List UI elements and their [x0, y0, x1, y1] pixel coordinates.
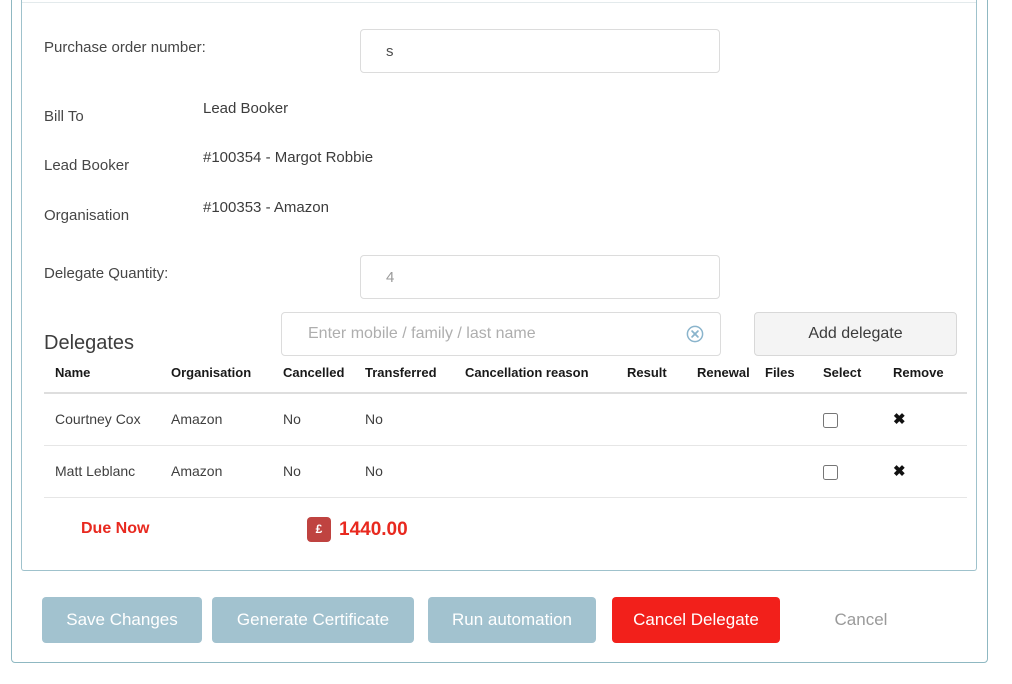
lead-booker-value: #100354 - Margot Robbie — [203, 148, 373, 168]
table-row: Matt Leblanc Amazon No No ✖ — [44, 445, 967, 497]
row-purchase-order: Purchase order number: — [22, 29, 976, 89]
cell-cancelled: No — [283, 445, 365, 497]
card-body: Purchase order number: Bill To Lead Book… — [22, 3, 976, 569]
delegate-quantity-input[interactable] — [360, 255, 720, 299]
generate-certificate-button[interactable]: Generate Certificate — [212, 597, 414, 643]
row-lead-booker: Lead Booker #100354 - Margot Robbie — [22, 156, 976, 192]
column-header-select: Select — [823, 365, 893, 393]
purchase-order-input[interactable] — [360, 29, 720, 73]
column-header-files: Files — [765, 365, 823, 393]
organisation-label: Organisation — [44, 206, 129, 226]
footer-action-bar: Save Changes Generate Certificate Run au… — [11, 585, 988, 660]
column-header-cancellation-reason: Cancellation reason — [465, 365, 627, 393]
cell-organisation: Amazon — [171, 393, 283, 445]
cell-select — [823, 445, 893, 497]
column-header-organisation: Organisation — [171, 365, 283, 393]
cell-files — [765, 445, 823, 497]
cell-transferred: No — [365, 445, 465, 497]
cell-cancelled: No — [283, 393, 365, 445]
circle-x-icon[interactable] — [686, 325, 704, 343]
cell-result — [627, 445, 697, 497]
column-header-cancelled: Cancelled — [283, 365, 365, 393]
lead-booker-label: Lead Booker — [44, 156, 129, 176]
cell-name: Matt Leblanc — [44, 445, 171, 497]
row-select-checkbox[interactable] — [823, 413, 838, 428]
cell-transferred: No — [365, 393, 465, 445]
run-automation-button[interactable]: Run automation — [428, 597, 596, 643]
cell-cancellation-reason — [465, 393, 627, 445]
purchase-order-label: Purchase order number: — [44, 38, 206, 58]
column-header-renewal: Renewal — [697, 365, 765, 393]
table-header-row: Name Organisation Cancelled Transferred … — [44, 365, 967, 393]
delegate-search-wrapper — [281, 312, 721, 356]
bill-to-value: Lead Booker — [203, 99, 288, 119]
cell-select — [823, 393, 893, 445]
cell-name: Courtney Cox — [44, 393, 171, 445]
column-header-transferred: Transferred — [365, 365, 465, 393]
cell-result — [627, 393, 697, 445]
due-now-row: Due Now £ 1440.00 — [44, 514, 956, 546]
row-organisation: Organisation #100353 - Amazon — [22, 206, 976, 242]
row-bill-to: Bill To Lead Booker — [22, 107, 976, 143]
delegates-section-title: Delegates — [44, 330, 134, 356]
cell-cancellation-reason — [465, 445, 627, 497]
cell-renewal — [697, 445, 765, 497]
cell-remove: ✖ — [893, 393, 967, 445]
organisation-value: #100353 - Amazon — [203, 198, 329, 218]
remove-row-icon[interactable]: ✖ — [893, 412, 906, 427]
currency-badge: £ — [307, 517, 331, 542]
row-select-checkbox[interactable] — [823, 465, 838, 480]
bill-to-label: Bill To — [44, 107, 84, 127]
cell-remove: ✖ — [893, 445, 967, 497]
due-now-amount: 1440.00 — [339, 517, 408, 542]
row-delegate-quantity: Delegate Quantity: — [22, 255, 976, 315]
delegate-quantity-label: Delegate Quantity: — [44, 264, 168, 284]
remove-row-icon[interactable]: ✖ — [893, 464, 906, 479]
cell-renewal — [697, 393, 765, 445]
due-now-label: Due Now — [81, 518, 149, 540]
column-header-result: Result — [627, 365, 697, 393]
cell-files — [765, 393, 823, 445]
save-changes-button[interactable]: Save Changes — [42, 597, 202, 643]
delegates-table: Name Organisation Cancelled Transferred … — [44, 365, 967, 498]
cancel-button[interactable]: Cancel — [811, 597, 911, 643]
table-row: Courtney Cox Amazon No No ✖ — [44, 393, 967, 445]
cancel-delegate-button[interactable]: Cancel Delegate — [612, 597, 780, 643]
cell-organisation: Amazon — [171, 445, 283, 497]
column-header-remove: Remove — [893, 365, 967, 393]
column-header-name: Name — [44, 365, 171, 393]
delegate-search-input[interactable] — [281, 312, 721, 356]
add-delegate-button[interactable]: Add delegate — [754, 312, 957, 356]
